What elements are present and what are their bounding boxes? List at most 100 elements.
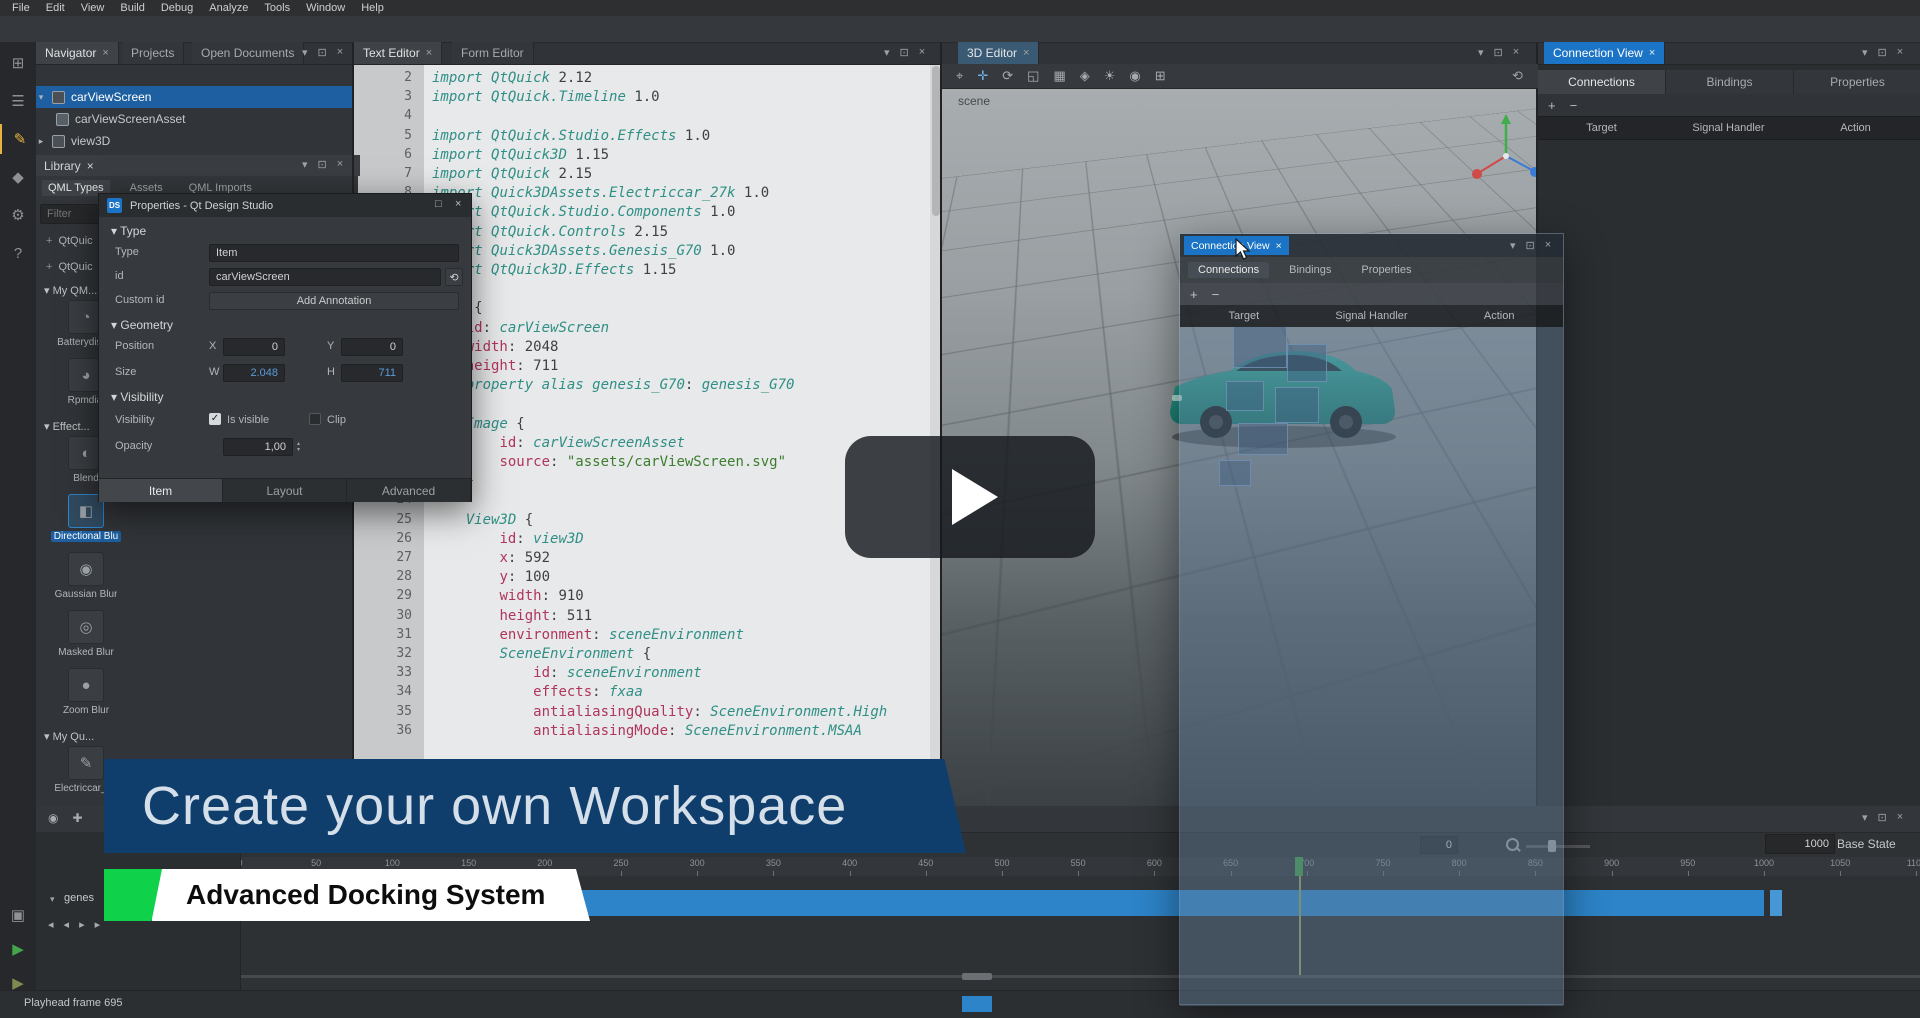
add-icon[interactable]: + xyxy=(1548,98,1556,113)
tab-layout[interactable]: Layout xyxy=(223,479,347,502)
add-keyframe-icon[interactable]: ✚ xyxy=(72,811,82,825)
move-tool-icon[interactable]: ✛ xyxy=(977,68,988,84)
width-field[interactable]: 2.048 xyxy=(223,364,285,382)
play-backward-icon[interactable]: ◂ xyxy=(64,918,70,931)
height-field[interactable]: 711 xyxy=(341,364,403,382)
video-play-button[interactable] xyxy=(845,436,1095,558)
tab-advanced[interactable]: Advanced xyxy=(347,479,471,502)
section-type[interactable]: ▾ Type xyxy=(111,224,146,238)
library-item-masked-blur[interactable]: ◎Masked Blur xyxy=(50,610,122,668)
float-panel-icon[interactable]: ⊡ xyxy=(900,46,909,59)
next-keyframe-icon[interactable]: ▸ xyxy=(95,918,101,931)
close-icon[interactable]: × xyxy=(1513,46,1519,59)
chevron-down-icon[interactable]: ▾ xyxy=(302,158,308,171)
menu-item-help[interactable]: Help xyxy=(353,2,392,14)
tab-open-documents[interactable]: Open Documents xyxy=(192,42,304,64)
live-preview-icon[interactable]: ▣ xyxy=(0,900,36,930)
tab-properties[interactable]: Properties xyxy=(1794,70,1920,94)
close-icon[interactable]: × xyxy=(337,158,343,171)
x-field[interactable]: 0 xyxy=(223,338,285,356)
library-group-header[interactable]: ▾ My Qu... xyxy=(36,726,352,746)
section-visibility[interactable]: ▾ Visibility xyxy=(111,390,163,404)
tools-icon[interactable]: ⚙ xyxy=(0,200,36,230)
close-icon[interactable]: × xyxy=(1023,47,1029,59)
expand-plus-icon[interactable]: + xyxy=(46,261,52,273)
tab-item[interactable]: Item xyxy=(99,479,223,502)
play-forward-icon[interactable]: ▸ xyxy=(79,918,85,931)
bottom-scroll-thumb[interactable] xyxy=(962,996,992,1012)
menu-item-analyze[interactable]: Analyze xyxy=(201,2,256,14)
properties-dialog[interactable]: DS Properties - Qt Design Studio □ × ▾ T… xyxy=(98,193,472,502)
track-label[interactable]: genes xyxy=(64,892,94,904)
collapsed-arrow-icon[interactable]: ▸ xyxy=(36,136,46,147)
column-signal-handler[interactable]: Signal Handler xyxy=(1308,305,1436,327)
close-icon[interactable]: × xyxy=(337,46,343,59)
tab-text-editor[interactable]: Text Editor× xyxy=(354,42,442,64)
menu-item-window[interactable]: Window xyxy=(298,2,353,14)
tab-connections[interactable]: Connections xyxy=(1188,262,1269,278)
floating-connection-view[interactable]: Connection View × ▾⊡× Connections Bindin… xyxy=(1179,233,1564,1005)
opacity-field[interactable]: 1,00 xyxy=(223,438,293,456)
camera-icon[interactable]: ◉ xyxy=(1129,68,1140,84)
menu-item-tools[interactable]: Tools xyxy=(256,2,298,14)
id-field[interactable]: carViewScreen xyxy=(209,268,441,286)
record-icon[interactable]: ◉ xyxy=(48,811,58,825)
chevron-down-icon[interactable]: ▾ xyxy=(302,46,308,59)
expand-arrow-icon[interactable]: ▾ xyxy=(50,894,55,905)
chevron-down-icon[interactable]: ▾ xyxy=(1862,46,1868,59)
close-icon[interactable]: × xyxy=(1897,811,1903,824)
expand-plus-icon[interactable]: + xyxy=(46,235,52,247)
type-field[interactable]: Item xyxy=(209,244,459,262)
library-item-zoom-blur[interactable]: ●Zoom Blur xyxy=(50,668,122,726)
column-action[interactable]: Action xyxy=(1792,117,1919,139)
code-editor[interactable]: import QtQuick 2.12import QtQuick.Timeli… xyxy=(424,64,930,806)
rotate-tool-icon[interactable]: ⟳ xyxy=(1002,68,1013,84)
navigator-item-carviewscreenasset[interactable]: carViewScreenAsset xyxy=(36,108,372,130)
tab-connection-view[interactable]: Connection View × xyxy=(1544,42,1665,64)
close-icon[interactable]: × xyxy=(426,47,432,59)
chevron-down-icon[interactable]: ▾ xyxy=(1862,811,1868,824)
menu-item-debug[interactable]: Debug xyxy=(153,2,201,14)
expand-arrow-icon[interactable]: ▾ xyxy=(36,92,46,103)
axis-gizmo[interactable] xyxy=(1464,110,1538,194)
dialog-title-bar[interactable]: DS Properties - Qt Design Studio xyxy=(99,194,471,217)
tab-bindings[interactable]: Bindings xyxy=(1666,70,1794,94)
clip-checkbox[interactable] xyxy=(309,413,321,425)
library-item-gaussian-blur[interactable]: ◉Gaussian Blur xyxy=(50,552,122,610)
tab-bindings[interactable]: Bindings xyxy=(1279,262,1341,278)
is-visible-checkbox[interactable]: ✓ xyxy=(209,413,221,425)
close-icon[interactable]: × xyxy=(1897,46,1903,59)
timeline-duration-input[interactable]: 1000 xyxy=(1765,834,1835,854)
section-geometry[interactable]: ▾ Geometry xyxy=(111,318,173,332)
select-tool-icon[interactable]: ⌖ xyxy=(956,68,963,84)
scale-tool-icon[interactable]: ◱ xyxy=(1027,68,1039,84)
prev-keyframe-icon[interactable]: ◂ xyxy=(48,918,54,931)
tab-form-editor[interactable]: Form Editor xyxy=(452,42,534,64)
splitter[interactable] xyxy=(940,42,942,806)
close-icon[interactable]: × xyxy=(87,159,94,173)
apps-grid-icon[interactable]: ⊞ xyxy=(0,48,36,78)
reset-view-icon[interactable]: ⟲ xyxy=(1512,68,1523,84)
navigator-item-view3d[interactable]: ▸ view3D xyxy=(36,130,352,152)
grid-toggle-icon[interactable]: ⊞ xyxy=(1155,68,1166,84)
local-global-toggle-icon[interactable]: ◈ xyxy=(1080,68,1090,84)
id-reset-icon[interactable]: ⟲ xyxy=(445,268,463,286)
close-icon[interactable]: × xyxy=(102,47,108,59)
y-field[interactable]: 0 xyxy=(341,338,403,356)
column-action[interactable]: Action xyxy=(1435,305,1563,327)
menu-item-edit[interactable]: Edit xyxy=(38,2,73,14)
timeline-clip-end-handle[interactable] xyxy=(1770,890,1782,916)
opacity-stepper[interactable]: ▴▾ xyxy=(297,441,300,453)
timeline-hscrollbar[interactable] xyxy=(240,975,1920,978)
float-panel-icon[interactable]: ⊡ xyxy=(318,158,327,171)
projects-list-icon[interactable]: ☰ xyxy=(0,86,36,116)
close-icon[interactable]: × xyxy=(1545,239,1551,252)
edit-mode-icon[interactable]: ✎ xyxy=(0,124,38,154)
base-state-button[interactable]: Base State xyxy=(1837,837,1896,851)
tab-3d-editor[interactable]: 3D Editor× xyxy=(958,42,1039,64)
column-target[interactable]: Target xyxy=(1538,117,1665,139)
menu-item-file[interactable]: File xyxy=(4,2,38,14)
close-icon[interactable]: × xyxy=(1276,240,1282,252)
tab-projects[interactable]: Projects xyxy=(122,42,184,64)
close-icon[interactable]: × xyxy=(919,46,925,59)
